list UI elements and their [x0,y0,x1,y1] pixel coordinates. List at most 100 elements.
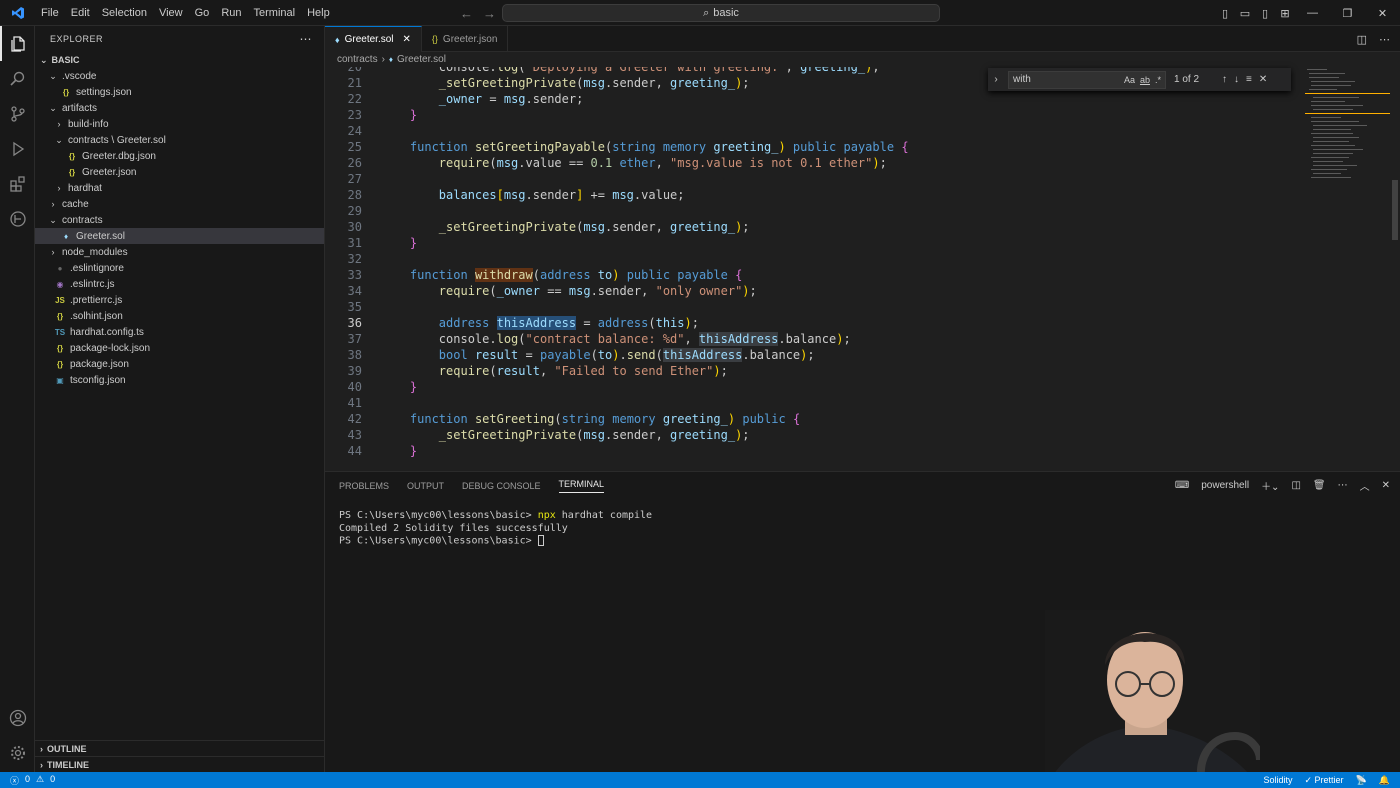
menu-run[interactable]: Run [215,0,247,26]
source-control-icon[interactable] [0,96,35,131]
code-line: 37 console.log("contract balance: %d", t… [325,331,851,347]
tree-item[interactable]: ⌄ .vscode [35,68,324,84]
tree-item[interactable]: ♦ Greeter.sol [35,228,324,244]
tree-item[interactable]: {} settings.json [35,84,324,100]
toggle-secondary-sidebar-icon[interactable]: ▯ [1255,7,1275,20]
tab-problems[interactable]: PROBLEMS [339,481,389,491]
outline-section[interactable]: › OUTLINE [35,740,325,756]
code-text: console.log("Deploying a Greeter with gr… [381,67,880,74]
tree-item-label: Greeter.sol [76,230,125,242]
tree-item[interactable]: › build-info [35,116,324,132]
tree-item[interactable]: ◉ .eslintrc.js [35,276,324,292]
menu-view[interactable]: View [153,0,189,26]
tree-item[interactable]: JS .prettierrc.js [35,292,324,308]
tree-item[interactable]: TS hardhat.config.ts [35,324,324,340]
settings-gear-icon[interactable] [0,735,35,770]
prettier-status[interactable]: ✓ Prettier [1305,775,1344,786]
scrollbar-thumb[interactable] [1392,180,1398,240]
kill-terminal-icon[interactable]: 🗑 [1313,480,1326,491]
match-case-icon[interactable]: Aa [1124,75,1135,85]
breadcrumb-item[interactable]: Greeter.sol [397,54,446,65]
line-number: 32 [347,252,362,266]
run-debug-icon[interactable] [0,131,35,166]
next-match-icon[interactable]: ↓ [1234,74,1239,85]
workspace-root[interactable]: ⌄ BASIC [35,52,324,68]
tree-item-label: contracts \ Greeter.sol [68,134,166,146]
remote-icon[interactable] [0,201,35,236]
chevron-right-icon[interactable]: › [988,74,1004,85]
menu-terminal[interactable]: Terminal [248,0,302,26]
find-input[interactable]: with Aa ab .* [1008,70,1166,89]
forward-arrow-icon[interactable]: → [483,6,496,21]
line-number: 31 [347,236,362,250]
account-icon[interactable] [0,700,35,735]
split-editor-icon[interactable]: ◫ [1357,33,1367,46]
close-tab-icon[interactable]: ✕ [403,34,411,45]
code-line: 42 function setGreeting(string memory gr… [325,411,801,427]
code-editor[interactable]: 20 console.log("Deploying a Greeter with… [325,67,1400,471]
terminal-output[interactable]: PS C:\Users\myc00\lessons\basic> npx har… [325,500,1400,548]
more-actions-icon[interactable]: ⋯ [1379,33,1390,46]
terminal-shell-name[interactable]: powershell [1201,480,1249,491]
tree-item[interactable]: {} Greeter.dbg.json [35,148,324,164]
tree-item[interactable]: ⌄ contracts \ Greeter.sol [35,132,324,148]
extensions-icon[interactable] [0,166,35,201]
breadcrumb-item[interactable]: contracts [337,54,378,65]
explorer-icon[interactable] [0,26,35,61]
maximize-panel-icon[interactable]: ︿ [1360,478,1370,493]
minimize-icon[interactable]: — [1295,7,1330,19]
tree-item[interactable]: {} package.json [35,356,324,372]
tree-item[interactable]: ● .eslintignore [35,260,324,276]
tree-item[interactable]: ⌄ contracts [35,212,324,228]
line-number: 40 [347,380,362,394]
close-window-icon[interactable]: ✕ [1365,7,1400,20]
close-panel-icon[interactable]: ✕ [1382,480,1390,491]
tab-greeter-json[interactable]: {} Greeter.json [422,26,509,52]
customize-layout-icon[interactable]: ⊞ [1275,7,1295,20]
tree-item[interactable]: › hardhat [35,180,324,196]
menu-file[interactable]: File [35,0,65,26]
command-center[interactable]: ⌕ basic [502,4,940,22]
timeline-section[interactable]: › TIMELINE [35,756,325,772]
notifications-bell-icon[interactable]: 🔔 [1379,775,1390,786]
broadcast-icon[interactable]: 📡 [1356,775,1367,786]
tree-item[interactable]: ⌄ artifacts [35,100,324,116]
restore-icon[interactable]: ❐ [1330,7,1365,20]
menu-selection[interactable]: Selection [96,0,153,26]
code-text: balances[msg.sender] += msg.value; [438,188,685,202]
menu-go[interactable]: Go [189,0,216,26]
previous-match-icon[interactable]: ↑ [1222,74,1227,85]
menu-edit[interactable]: Edit [65,0,96,26]
tree-item[interactable]: {} package-lock.json [35,340,324,356]
minimap[interactable] [1305,67,1390,197]
back-arrow-icon[interactable]: ← [460,6,473,21]
match-whole-word-icon[interactable]: ab [1140,75,1150,85]
warning-count: 0 [50,773,56,784]
toggle-sidebar-icon[interactable]: ▯ [1215,7,1235,20]
tree-item[interactable]: {} .solhint.json [35,308,324,324]
more-actions-icon[interactable]: ⋯ [1338,480,1348,491]
tree-item[interactable]: {} Greeter.json [35,164,324,180]
vscode-logo-icon [0,6,35,20]
close-find-icon[interactable]: ✕ [1259,74,1267,85]
tree-item[interactable]: ▣ tsconfig.json [35,372,324,388]
new-terminal-icon[interactable]: ＋⌄ [1261,478,1279,493]
find-in-selection-icon[interactable]: ≡ [1246,74,1252,85]
search-icon[interactable] [0,61,35,96]
tab-output[interactable]: OUTPUT [407,481,444,491]
language-mode[interactable]: Solidity [1263,775,1292,785]
tree-item[interactable]: › node_modules [35,244,324,260]
editor-scrollbar[interactable] [1390,67,1400,471]
menu-help[interactable]: Help [301,0,336,26]
webcam-overlay [1045,610,1260,788]
problems-indicator[interactable]: ⓧ 0 ⚠ 0 [0,774,55,787]
regex-icon[interactable]: .* [1155,75,1161,85]
more-actions-icon[interactable]: ⋯ [300,32,313,46]
tab-terminal[interactable]: TERMINAL [558,479,605,493]
tab-greeter-sol[interactable]: ♦ Greeter.sol ✕ [325,26,422,52]
split-terminal-icon[interactable]: ◫ [1291,480,1300,491]
tree-item[interactable]: › cache [35,196,324,212]
toggle-panel-icon[interactable]: ▭ [1235,7,1255,20]
code-text: _setGreetingPrivate(msg.sender, greeting… [438,76,750,90]
tab-debug-console[interactable]: DEBUG CONSOLE [462,481,541,491]
